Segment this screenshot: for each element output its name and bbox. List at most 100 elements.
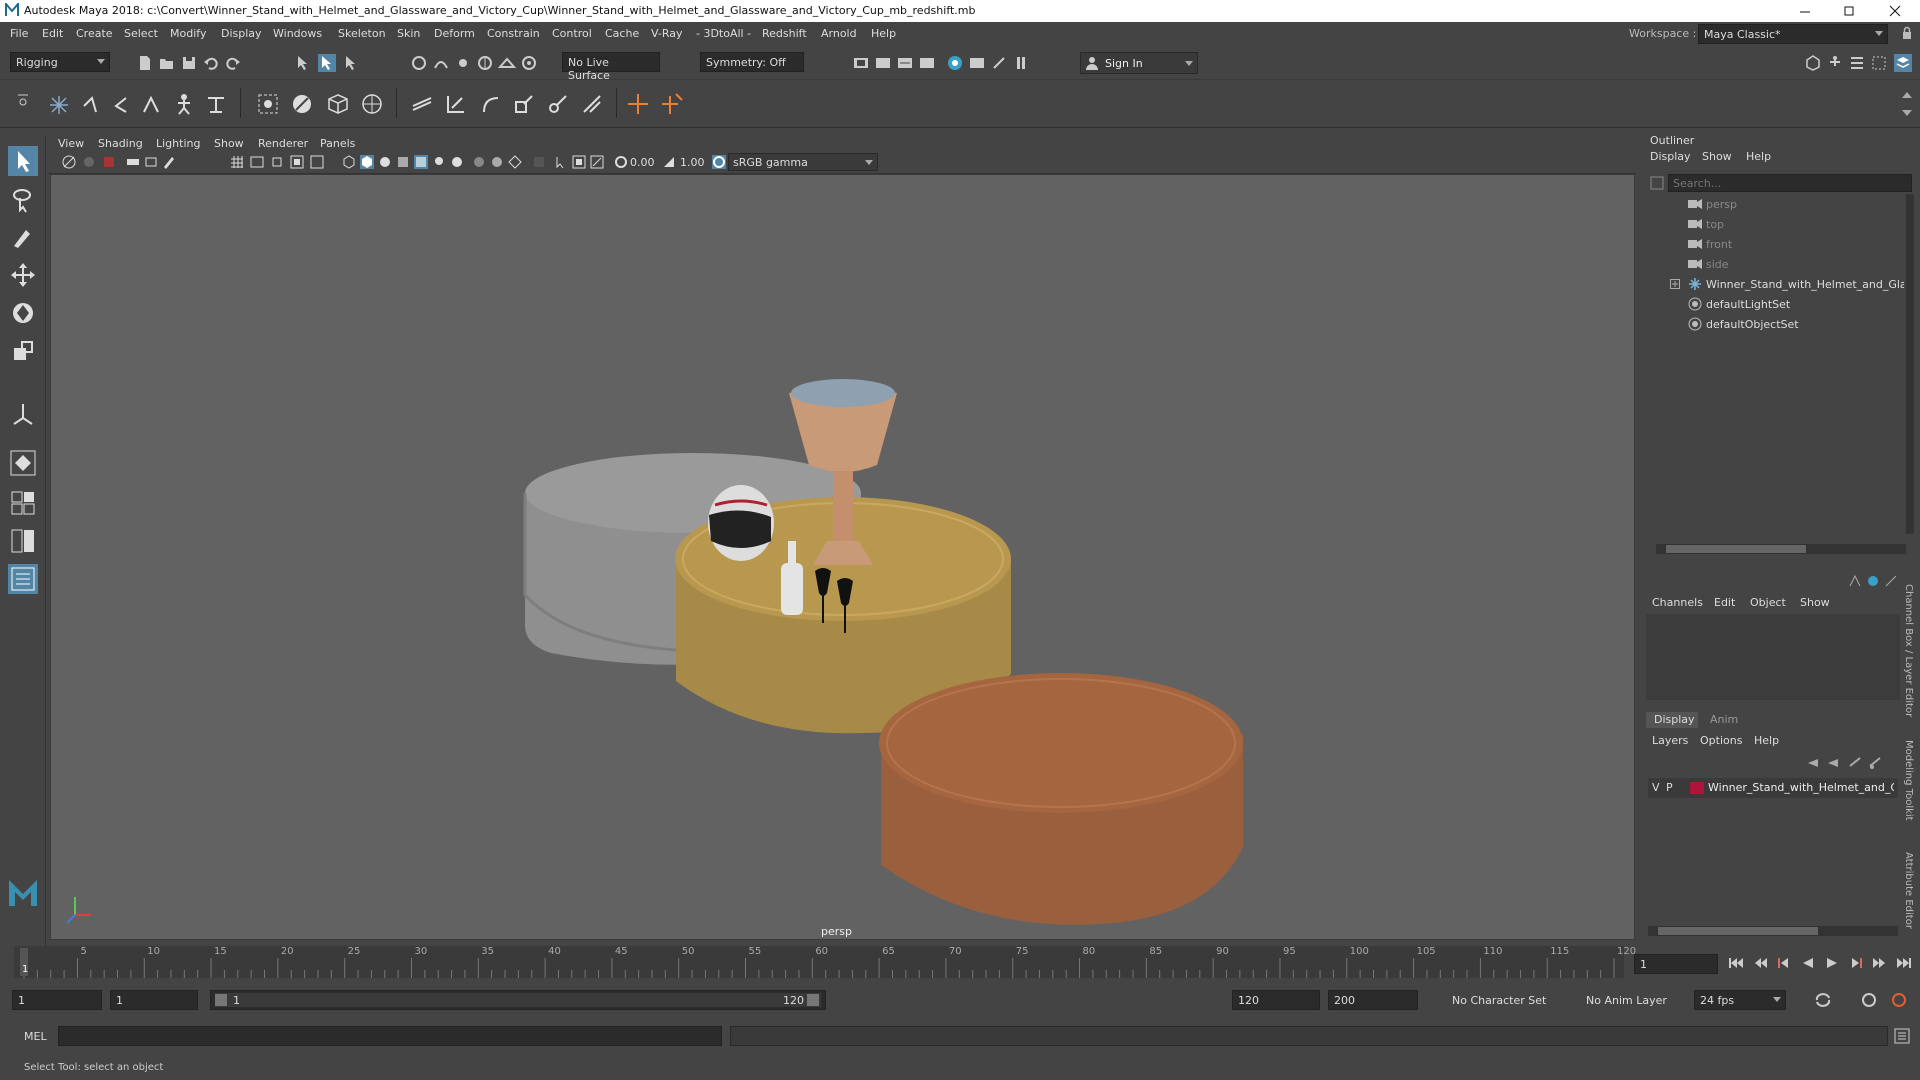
gate-mask-icon[interactable] xyxy=(290,155,304,169)
minimize-icon[interactable] xyxy=(1798,4,1812,18)
panel-menu-shading[interactable]: Shading xyxy=(98,137,143,150)
outliner-item-default-object-set[interactable]: defaultObjectSet xyxy=(1650,314,1904,334)
side-tab-channel-box[interactable]: Channel Box / Layer Editor xyxy=(1903,584,1914,717)
perspective-viewport[interactable]: persp xyxy=(50,174,1635,940)
display-layer-row[interactable]: V P Winner_Stand_with_Helmet_and_Gla xyxy=(1648,778,1898,798)
menu-select[interactable]: Select xyxy=(124,27,158,40)
single-perspective-layout-icon[interactable] xyxy=(8,488,38,518)
panel-menu-lighting[interactable]: Lighting xyxy=(156,137,200,150)
parent-constraint-icon[interactable] xyxy=(546,92,567,113)
channel-menu-edit[interactable]: Edit xyxy=(1714,596,1735,609)
resolution-gate-icon[interactable] xyxy=(270,155,284,169)
menu-cache[interactable]: Cache xyxy=(605,27,639,40)
animation-preferences-icon[interactable] xyxy=(1890,992,1908,1008)
menu-windows[interactable]: Windows xyxy=(273,27,322,40)
color-management-icon[interactable] xyxy=(712,155,726,169)
current-frame-field[interactable]: 1 xyxy=(1634,954,1718,974)
redshift-stop-icon[interactable] xyxy=(990,54,1008,72)
play-forwards-icon[interactable] xyxy=(1824,956,1840,970)
live-surface-dropdown[interactable]: No Live Surface xyxy=(562,52,660,82)
lattice-icon[interactable] xyxy=(326,92,348,114)
channel-box-icon[interactable] xyxy=(1894,54,1912,72)
pause-icon[interactable] xyxy=(1012,54,1030,72)
frame-selection-icon[interactable] xyxy=(590,155,604,169)
panel-menu-view[interactable]: View xyxy=(58,137,84,150)
new-layer-icon[interactable] xyxy=(1848,756,1862,770)
exposure-value[interactable]: 0.00 xyxy=(630,156,655,169)
select-tool-icon[interactable] xyxy=(8,146,38,176)
two-panel-layout-icon[interactable] xyxy=(8,526,38,556)
shelf-scroll-down-icon[interactable] xyxy=(1900,106,1918,124)
move-layer-up-icon[interactable] xyxy=(1806,756,1820,770)
layer-playback-toggle[interactable]: P xyxy=(1666,781,1673,794)
menu-modify[interactable]: Modify xyxy=(170,27,206,40)
side-tab-modeling-toolkit[interactable]: Modeling Toolkit xyxy=(1903,740,1914,821)
sign-in-button[interactable]: Sign In xyxy=(1080,52,1198,74)
playback-start-field[interactable]: 1 xyxy=(110,990,198,1010)
layer-editor-toggle-icon[interactable] xyxy=(1884,574,1898,588)
menu-create[interactable]: Create xyxy=(76,27,113,40)
open-scene-icon[interactable] xyxy=(158,54,176,72)
side-tab-attribute-editor[interactable]: Attribute Editor xyxy=(1903,852,1914,929)
scrollbar-thumb[interactable] xyxy=(1658,927,1818,935)
redo-icon[interactable] xyxy=(224,54,242,72)
snap-view-icon[interactable] xyxy=(476,54,494,72)
script-language-toggle[interactable]: MEL xyxy=(24,1030,47,1043)
scale-constraint-icon[interactable] xyxy=(512,92,533,113)
layer-visibility-toggle[interactable]: V xyxy=(1652,781,1660,794)
outliner-menu-show[interactable]: Show xyxy=(1702,150,1732,163)
channel-box-toggle-icon[interactable] xyxy=(1848,574,1862,588)
outliner-item-winner-stand[interactable]: Winner_Stand_with_Helmet_and_Glassv xyxy=(1650,274,1904,294)
expand-icon[interactable] xyxy=(1670,279,1680,289)
orient-constraint-icon[interactable] xyxy=(478,92,499,113)
menu-constrain[interactable]: Constrain xyxy=(487,27,540,40)
locator-icon[interactable] xyxy=(626,92,648,114)
menu-skin[interactable]: Skin xyxy=(397,27,420,40)
paint-select-tool-icon[interactable] xyxy=(8,222,38,252)
move-layer-down-icon[interactable] xyxy=(1826,756,1840,770)
soft-select-icon[interactable] xyxy=(8,448,38,478)
outliner-item-default-light-set[interactable]: defaultLightSet xyxy=(1650,294,1904,314)
range-start-handle[interactable] xyxy=(215,994,227,1006)
step-forward-key-icon[interactable] xyxy=(1872,956,1888,970)
outliner-menu-display[interactable]: Display xyxy=(1650,150,1691,163)
character-controls-icon[interactable] xyxy=(1826,54,1844,72)
menu-control[interactable]: Control xyxy=(552,27,592,40)
character-set-label[interactable]: No Character Set xyxy=(1452,994,1546,1007)
workspace-dropdown[interactable]: Maya Classic* xyxy=(1698,24,1888,44)
create-joints-icon[interactable] xyxy=(48,94,68,114)
animation-end-field[interactable]: 200 xyxy=(1328,990,1418,1010)
attribute-toggle-icon[interactable] xyxy=(1866,574,1880,588)
auto-key-icon[interactable] xyxy=(1860,992,1878,1008)
mirror-joint-icon[interactable] xyxy=(110,94,128,113)
menu-vray[interactable]: V-Ray xyxy=(651,27,683,40)
snap-point-icon[interactable] xyxy=(454,54,472,72)
layer-horizontal-scrollbar[interactable] xyxy=(1648,926,1898,936)
redshift-ipr-icon[interactable] xyxy=(968,54,986,72)
outliner-horizontal-scrollbar[interactable] xyxy=(1656,544,1906,554)
ik-handle-icon[interactable] xyxy=(172,92,190,115)
exposure-icon[interactable] xyxy=(614,155,628,169)
go-to-end-icon[interactable] xyxy=(1896,956,1912,970)
menu-display[interactable]: Display xyxy=(221,27,262,40)
filter-icon[interactable] xyxy=(1650,176,1664,190)
maximize-icon[interactable] xyxy=(1842,4,1856,18)
panel-menu-panels[interactable]: Panels xyxy=(320,137,355,150)
tool-settings-icon[interactable] xyxy=(1870,54,1888,72)
script-editor-icon[interactable] xyxy=(1894,1028,1910,1044)
two-d-pan-icon[interactable] xyxy=(144,155,158,169)
shadows-icon[interactable] xyxy=(432,155,446,169)
select-camera-icon[interactable] xyxy=(62,155,76,169)
outliner-item-persp[interactable]: persp xyxy=(1650,194,1904,214)
view-transform-dropdown[interactable]: sRGB gamma xyxy=(728,153,878,171)
menu-edit[interactable]: Edit xyxy=(42,27,63,40)
step-forward-frame-icon[interactable] xyxy=(1848,956,1864,970)
outliner-item-top[interactable]: top xyxy=(1650,214,1904,234)
modeling-toolkit-icon[interactable] xyxy=(1804,54,1822,72)
ambient-occlusion-icon[interactable] xyxy=(450,155,464,169)
pole-vector-constraint-icon[interactable] xyxy=(580,92,601,113)
image-plane-icon[interactable] xyxy=(126,155,140,169)
layer-color-swatch[interactable] xyxy=(1690,782,1704,794)
gamma-icon[interactable] xyxy=(662,155,676,169)
hypershade-icon[interactable] xyxy=(918,54,936,72)
